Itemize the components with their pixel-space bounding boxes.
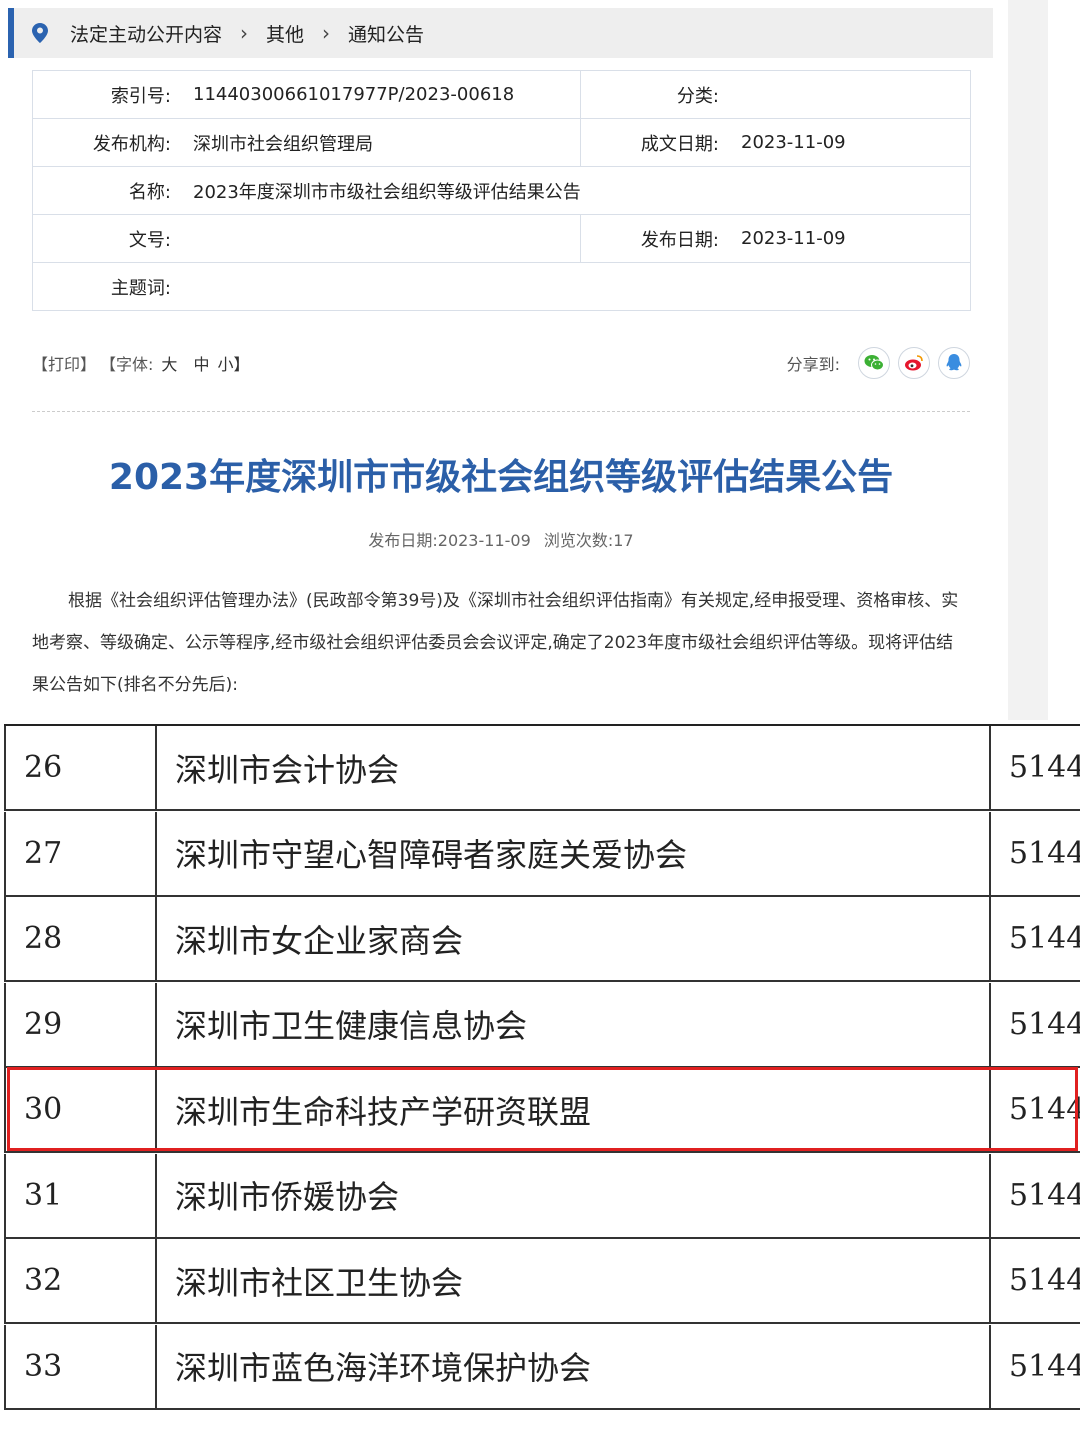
category-label: 分类: bbox=[676, 85, 719, 107]
font-size-prefix: 【字体: bbox=[100, 355, 154, 374]
created-date-label: 成文日期: bbox=[640, 133, 719, 155]
document-meta-table: 索引号: 11440300661017977P/2023-00618 分类: 发布… bbox=[32, 70, 971, 311]
share-label: 分享到: bbox=[786, 355, 840, 374]
table-row: 32深圳市社区卫生协会51440 bbox=[4, 1239, 1080, 1324]
breadcrumb: 法定主动公开内容 › 其他 › 通知公告 bbox=[8, 8, 993, 58]
breadcrumb-item-notices[interactable]: 通知公告 bbox=[344, 20, 428, 47]
print-link[interactable]: 【打印】 bbox=[32, 351, 96, 375]
table-row: 31深圳市侨媛协会51440 bbox=[4, 1153, 1080, 1239]
table-row: 33深圳市蓝色海洋环境保护协会51440 bbox=[4, 1324, 1080, 1410]
organization-code: 51440 bbox=[989, 982, 1080, 1066]
row-number: 33 bbox=[4, 1324, 154, 1408]
organization-name: 深圳市蓝色海洋环境保护协会 bbox=[155, 1324, 989, 1408]
right-gutter bbox=[1008, 0, 1048, 720]
name-label: 名称: bbox=[128, 181, 171, 203]
organization-code: 51440 bbox=[989, 1324, 1080, 1408]
organization-code: 51440 bbox=[989, 726, 1080, 809]
published-date-label: 发布日期: bbox=[640, 229, 719, 251]
article-title: 2023年度深圳市市级社会组织等级评估结果公告 bbox=[108, 457, 894, 498]
article-intro: 根据《社会组织评估管理办法》(民政部令第39号)及《深圳市社会组织评估指南》有关… bbox=[32, 591, 959, 695]
row-number: 32 bbox=[4, 1239, 154, 1322]
organization-name: 深圳市会计协会 bbox=[155, 726, 989, 809]
breadcrumb-item-public-content[interactable]: 法定主动公开内容 bbox=[66, 20, 226, 47]
organization-code: 51440 bbox=[989, 811, 1080, 895]
publisher-value: 深圳市社会组织管理局 bbox=[193, 133, 373, 155]
font-size-large[interactable]: 大 bbox=[161, 351, 177, 375]
organization-name: 深圳市侨媛协会 bbox=[155, 1153, 989, 1237]
table-row: 30 深圳市生命科技产学研资联盟 5144 bbox=[4, 1068, 1080, 1153]
publish-date: 发布日期:2023-11-09 bbox=[368, 531, 531, 550]
font-size-small[interactable]: 小】 bbox=[217, 351, 249, 375]
article-info: 发布日期:2023-11-09 浏览次数:17 bbox=[0, 527, 1002, 551]
breadcrumb-item-other[interactable]: 其他 bbox=[262, 20, 308, 47]
organization-name: 深圳市卫生健康信息协会 bbox=[155, 982, 989, 1066]
subject-label: 主题词: bbox=[110, 277, 171, 299]
published-date-value: 2023-11-09 bbox=[741, 228, 846, 249]
doc-number-label: 文号: bbox=[128, 229, 171, 251]
organization-name: 深圳市社区卫生协会 bbox=[155, 1239, 989, 1322]
row-number: 29 bbox=[4, 982, 154, 1066]
organization-code: 51440 bbox=[989, 1239, 1080, 1322]
chevron-right-icon: › bbox=[240, 21, 249, 45]
row-number: 26 bbox=[4, 726, 154, 809]
weibo-icon[interactable] bbox=[898, 347, 930, 379]
table-row: 28深圳市女企业家商会51440 bbox=[4, 897, 1080, 982]
wechat-icon[interactable] bbox=[858, 347, 890, 379]
results-table: 26深圳市会计协会5144027深圳市守望心智障碍者家庭关爱协会5144028深… bbox=[4, 724, 1080, 1424]
index-label: 索引号: bbox=[110, 85, 171, 107]
organization-code: 51440 bbox=[989, 897, 1080, 980]
article-toolbar: 【打印】 【字体: 大 中 小】 分享到: bbox=[32, 343, 970, 383]
table-row: 29深圳市卫生健康信息协会51440 bbox=[4, 982, 1080, 1068]
row-number: 31 bbox=[4, 1153, 154, 1237]
qq-icon[interactable] bbox=[938, 347, 970, 379]
name-value: 2023年度深圳市市级社会组织等级评估结果公告 bbox=[193, 181, 581, 203]
organization-code: 5144 bbox=[989, 1068, 1080, 1151]
share-bar: 分享到: bbox=[787, 347, 970, 379]
created-date-value: 2023-11-09 bbox=[741, 132, 846, 153]
organization-name: 深圳市女企业家商会 bbox=[155, 897, 989, 980]
organization-name: 深圳市守望心智障碍者家庭关爱协会 bbox=[155, 811, 989, 895]
organization-code: 51440 bbox=[989, 1153, 1080, 1237]
divider bbox=[32, 411, 970, 412]
font-size-medium[interactable]: 中 bbox=[193, 351, 209, 375]
chevron-right-icon: › bbox=[322, 21, 331, 45]
index-value: 11440300661017977P/2023-00618 bbox=[193, 84, 515, 105]
publisher-label: 发布机构: bbox=[92, 133, 171, 155]
row-number: 27 bbox=[4, 811, 154, 895]
table-row: 27深圳市守望心智障碍者家庭关爱协会51440 bbox=[4, 811, 1080, 897]
table-row: 26深圳市会计协会51440 bbox=[4, 726, 1080, 811]
row-number: 30 bbox=[4, 1068, 154, 1151]
location-pin-icon bbox=[32, 23, 52, 43]
organization-name: 深圳市生命科技产学研资联盟 bbox=[155, 1068, 989, 1151]
row-number: 28 bbox=[4, 897, 154, 980]
view-count: 浏览次数:17 bbox=[543, 531, 634, 550]
